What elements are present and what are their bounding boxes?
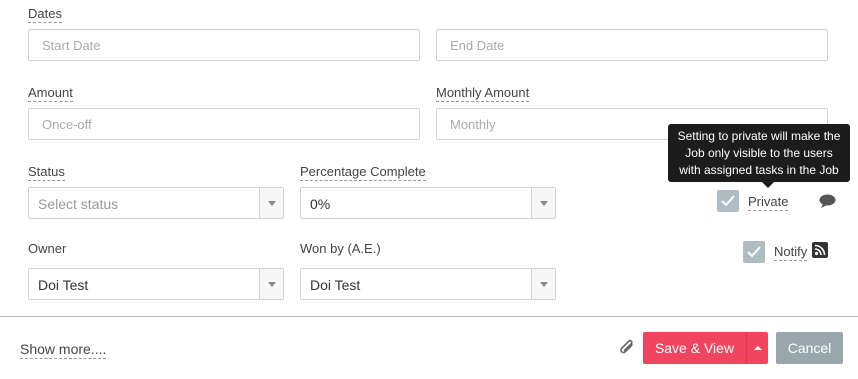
- won-by-value: Doi Test: [310, 277, 361, 293]
- monthly-amount-label: Monthly Amount: [436, 85, 530, 102]
- start-date-placeholder: Start Date: [42, 38, 101, 53]
- save-and-view-button[interactable]: Save & View: [643, 332, 746, 364]
- cancel-button[interactable]: Cancel: [776, 332, 843, 364]
- checkmark-icon: [747, 246, 761, 258]
- footer-divider: [0, 316, 858, 317]
- end-date-input[interactable]: End Date: [436, 29, 828, 61]
- chevron-down-icon[interactable]: [531, 188, 555, 218]
- monthly-amount-placeholder: Monthly: [450, 117, 496, 132]
- status-label: Status: [28, 164, 65, 181]
- checkmark-icon: [721, 195, 735, 207]
- owner-value: Doi Test: [38, 277, 89, 293]
- show-more-link[interactable]: Show more....: [20, 341, 107, 359]
- percentage-select[interactable]: 0%: [300, 187, 556, 219]
- won-by-select[interactable]: Doi Test: [300, 268, 556, 300]
- status-placeholder: Select status: [38, 196, 119, 212]
- won-by-label: Won by (A.E.): [300, 241, 381, 256]
- status-select[interactable]: Select status: [28, 187, 284, 219]
- percentage-label: Percentage Complete: [300, 164, 426, 181]
- owner-select[interactable]: Doi Test: [28, 268, 284, 300]
- percentage-value: 0%: [310, 196, 331, 212]
- notify-label[interactable]: Notify: [774, 244, 808, 261]
- amount-placeholder: Once-off: [42, 117, 92, 132]
- private-tooltip: Setting to private will make the Job onl…: [668, 124, 850, 188]
- chevron-down-icon[interactable]: [259, 188, 283, 218]
- amount-label: Amount: [28, 85, 73, 102]
- paperclip-icon[interactable]: [617, 338, 637, 358]
- notify-checkbox[interactable]: [743, 241, 765, 263]
- dates-label: Dates: [28, 6, 62, 23]
- chevron-down-icon[interactable]: [531, 269, 555, 299]
- amount-input[interactable]: Once-off: [28, 108, 420, 140]
- private-checkbox[interactable]: [717, 190, 739, 212]
- private-label[interactable]: Private: [748, 194, 789, 211]
- tooltip-line-2: Job only visible to the users: [685, 146, 833, 160]
- rss-icon[interactable]: [812, 242, 828, 258]
- owner-label: Owner: [28, 241, 67, 256]
- start-date-input[interactable]: Start Date: [28, 29, 420, 61]
- save-options-dropdown-button[interactable]: [746, 332, 768, 364]
- end-date-placeholder: End Date: [450, 38, 505, 53]
- chevron-down-icon[interactable]: [259, 269, 283, 299]
- tooltip-line-1: Setting to private will make the: [677, 129, 841, 143]
- comment-icon[interactable]: [819, 194, 836, 208]
- tooltip-line-3: with assigned tasks in the Job: [679, 163, 839, 177]
